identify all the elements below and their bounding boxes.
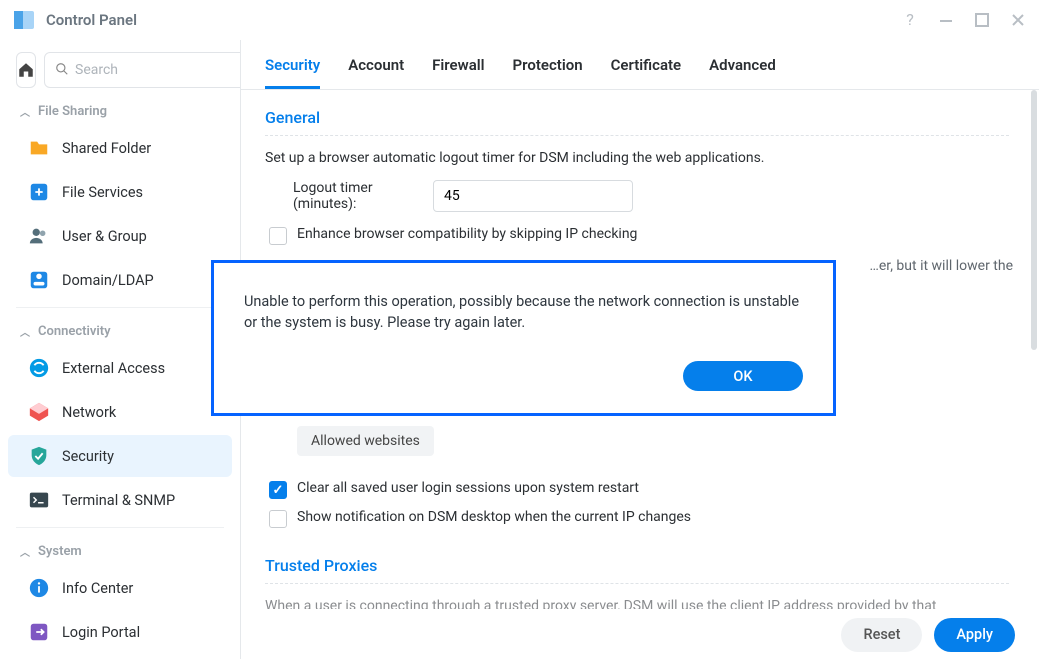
sidebar-item-file-services[interactable]: File Services	[8, 171, 232, 213]
section-connectivity[interactable]: ︿ Connectivity	[0, 314, 240, 345]
logout-timer-label: Logout timer (minutes):	[293, 180, 413, 212]
group-title-trusted: Trusted Proxies	[265, 556, 1009, 584]
external-access-icon	[28, 357, 50, 379]
info-icon	[28, 577, 50, 599]
home-icon	[17, 61, 35, 79]
ok-button[interactable]: OK	[683, 361, 803, 391]
sidebar-item-external-access[interactable]: External Access	[8, 347, 232, 389]
chevron-up-icon: ︿	[20, 104, 30, 119]
close-icon[interactable]	[1009, 11, 1027, 29]
error-dialog-text: Unable to perform this operation, possib…	[244, 291, 803, 333]
network-icon	[28, 401, 50, 423]
clear-sessions-label: Clear all saved user login sessions upon…	[297, 480, 639, 496]
tab-bar: Security Account Firewall Protection Cer…	[241, 40, 1039, 90]
sidebar-item-info-center[interactable]: Info Center	[8, 567, 232, 609]
tab-firewall[interactable]: Firewall	[432, 56, 484, 89]
group-title-general: General	[265, 108, 1009, 136]
sidebar-item-network[interactable]: Network	[8, 391, 232, 433]
chevron-up-icon: ︿	[20, 544, 30, 559]
footer-actions: Reset Apply	[241, 609, 1039, 659]
folder-icon	[28, 137, 50, 159]
maximize-icon[interactable]	[973, 11, 991, 29]
sidebar-item-shared-folder[interactable]: Shared Folder	[8, 127, 232, 169]
search-input-wrap[interactable]	[44, 52, 241, 88]
partial-hint-text: …er, but it will lower the	[870, 258, 1013, 274]
clear-sessions-checkbox[interactable]	[269, 481, 287, 499]
user-group-icon	[28, 225, 50, 247]
general-desc: Set up a browser automatic logout timer …	[265, 150, 1009, 166]
sidebar-item-terminal-snmp[interactable]: Terminal & SNMP	[8, 479, 232, 521]
sidebar-item-domain-ldap[interactable]: Domain/LDAP	[8, 259, 232, 301]
section-file-sharing[interactable]: ︿ File Sharing	[0, 94, 240, 125]
search-input[interactable]	[75, 62, 241, 78]
enhance-compat-label: Enhance browser compatibility by skippin…	[297, 226, 637, 242]
sidebar-item-regional-options[interactable]: Regional Options	[8, 655, 232, 659]
trusted-desc: When a user is connecting through a trus…	[265, 598, 1009, 609]
tab-protection[interactable]: Protection	[513, 56, 583, 89]
help-icon[interactable]: ?	[901, 11, 919, 29]
allowed-websites-button[interactable]: Allowed websites	[297, 426, 434, 456]
tab-advanced[interactable]: Advanced	[709, 56, 776, 89]
show-notification-checkbox[interactable]	[269, 510, 287, 528]
app-icon	[12, 8, 36, 32]
show-notification-label: Show notification on DSM desktop when th…	[297, 509, 691, 525]
login-portal-icon	[28, 621, 50, 643]
domain-icon	[28, 269, 50, 291]
logout-timer-input[interactable]	[433, 180, 633, 212]
error-dialog: Unable to perform this operation, possib…	[211, 260, 836, 416]
home-button[interactable]	[16, 52, 36, 88]
terminal-icon	[28, 489, 50, 511]
tab-security[interactable]: Security	[265, 56, 320, 89]
minimize-icon[interactable]	[937, 11, 955, 29]
shield-icon	[28, 445, 50, 467]
sidebar-item-login-portal[interactable]: Login Portal	[8, 611, 232, 653]
sidebar: ︿ File Sharing Shared Folder File Servic…	[0, 40, 241, 659]
search-icon	[55, 61, 69, 80]
tab-certificate[interactable]: Certificate	[611, 56, 682, 89]
window-title: Control Panel	[46, 11, 901, 29]
sidebar-item-security[interactable]: Security	[8, 435, 232, 477]
enhance-compat-checkbox[interactable]	[269, 227, 287, 245]
titlebar: Control Panel ?	[0, 0, 1039, 40]
file-services-icon	[28, 181, 50, 203]
apply-button[interactable]: Apply	[934, 618, 1015, 652]
chevron-up-icon: ︿	[20, 324, 30, 339]
reset-button[interactable]: Reset	[841, 618, 922, 652]
sidebar-item-user-group[interactable]: User & Group	[8, 215, 232, 257]
tab-account[interactable]: Account	[348, 56, 404, 89]
section-system[interactable]: ︿ System	[0, 534, 240, 565]
